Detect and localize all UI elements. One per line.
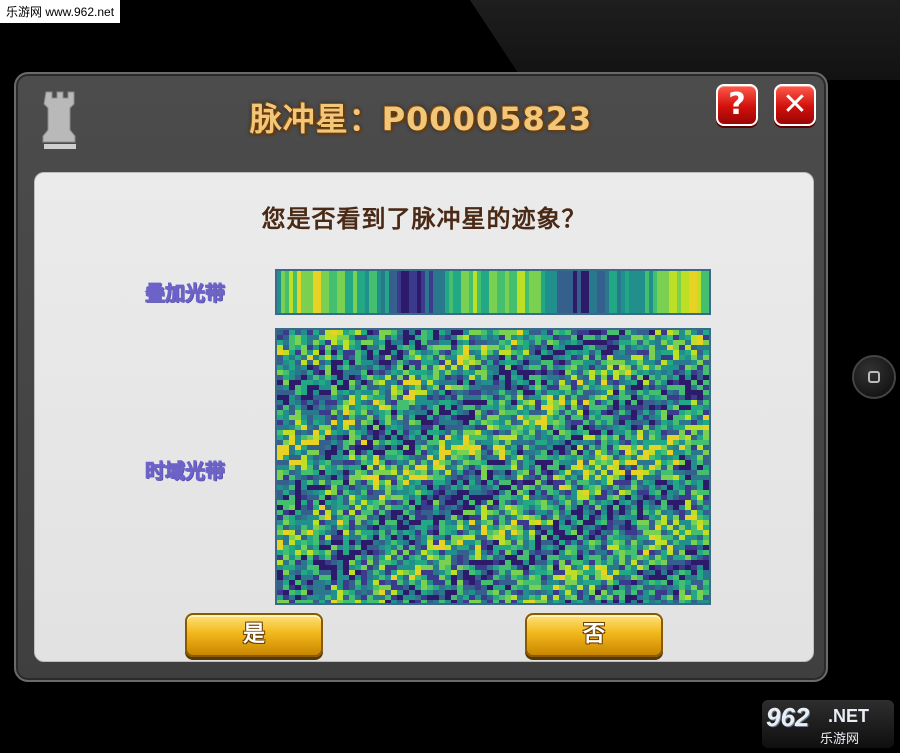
help-button[interactable]: ?	[716, 84, 758, 126]
yes-button[interactable]: 是	[185, 613, 323, 657]
question-text: 您是否看到了脉冲星的迹象？	[261, 205, 587, 233]
home-button-icon	[868, 371, 880, 383]
site-logo-watermark: 962 .NET 乐游网	[762, 700, 894, 748]
chess-rook-icon	[42, 91, 76, 149]
no-button[interactable]: 否	[525, 613, 663, 657]
site-watermark: 乐游网 www.962.net	[0, 0, 121, 23]
help-icon: ?	[728, 87, 746, 122]
logo-number: 962	[766, 702, 810, 732]
time-band-image	[275, 328, 711, 605]
logo-suffix: .NET	[828, 706, 870, 726]
time-band-label: 时域光带	[145, 459, 226, 484]
home-button[interactable]	[852, 355, 896, 399]
overlay-band-label: 叠加光带	[145, 281, 226, 306]
screen-reflection	[470, 0, 900, 80]
content-panel: 您是否看到了脉冲星的迹象？ 叠加光带 时域光带 是 否	[34, 172, 814, 662]
logo-cn: 乐游网	[820, 731, 860, 746]
dialog-title: 脉冲星：P00005823	[249, 100, 593, 138]
pulsar-dialog: 脉冲星：P00005823 ? ✕ 您是否看到了脉冲星的迹象？ 叠加光带 时域光…	[14, 72, 828, 682]
overlay-band-image	[275, 269, 711, 315]
close-icon: ✕	[782, 87, 808, 122]
close-button[interactable]: ✕	[774, 84, 816, 126]
